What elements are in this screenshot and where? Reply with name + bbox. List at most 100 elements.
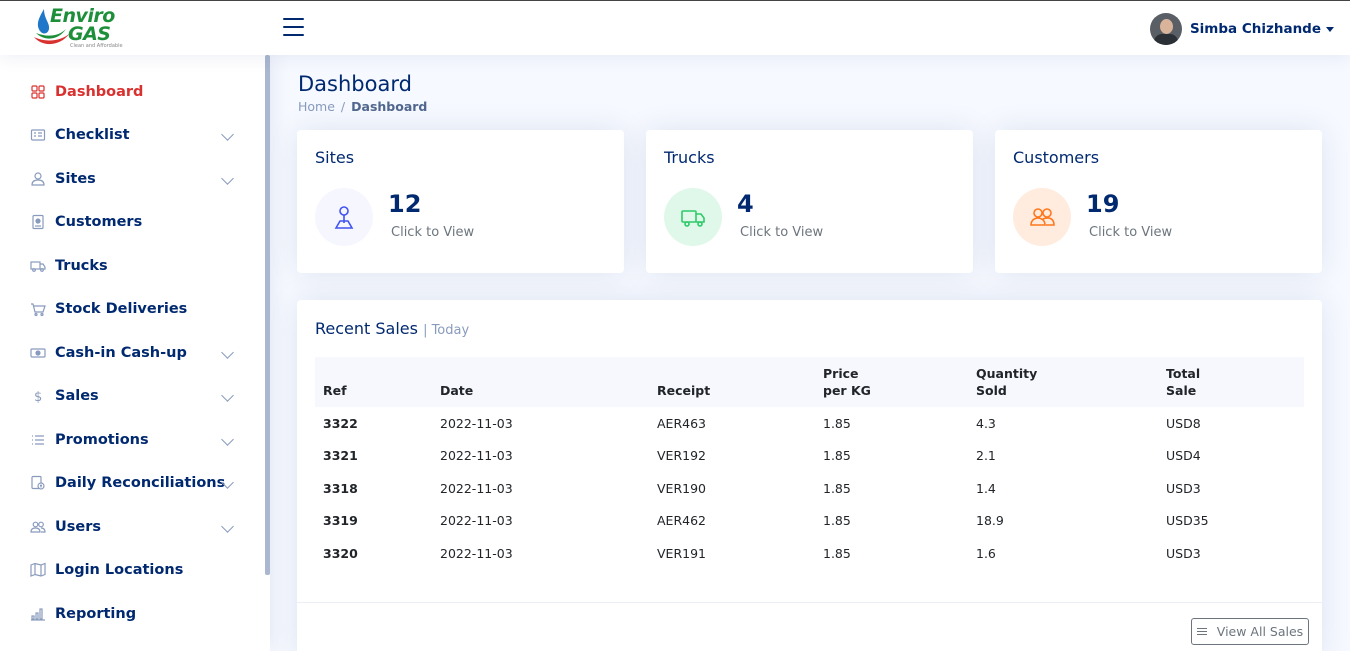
breadcrumb-current: Dashboard: [351, 99, 428, 114]
sale-ref-link[interactable]: 3318: [315, 472, 432, 505]
column-header-text: Date: [440, 383, 474, 398]
sale-ref-link[interactable]: 3319: [315, 505, 432, 538]
view-all-sales-button[interactable]: View All Sales: [1191, 618, 1309, 645]
truck-icon: [681, 210, 705, 227]
table-cell: USD4: [1166, 448, 1201, 464]
table-cell: 1.85: [823, 480, 851, 496]
sidebar-item-users[interactable]: Users: [20, 508, 250, 546]
table-cell: USD3: [1166, 545, 1201, 561]
recent-sales-heading: Recent Sales | Today: [315, 319, 469, 338]
customers-view-link[interactable]: Click to View: [1089, 225, 1172, 240]
trucks-view-link[interactable]: Click to View: [740, 225, 823, 240]
column-header-text: Price: [823, 366, 859, 381]
chevron-down-icon[interactable]: [221, 172, 234, 185]
customers-card-icon: [1013, 188, 1071, 246]
trucks-card: Trucks 4 Click to View: [646, 130, 973, 273]
table-cell: AER462: [657, 513, 706, 529]
table-row: 3322 2022-11-03 AER463 1.85 4.3 USD8: [315, 407, 1304, 440]
avatar: [1149, 13, 1182, 45]
column-header-text: Total: [1166, 366, 1201, 381]
table-cell: 1.85: [823, 448, 851, 464]
sidebar-item-label: Cash-in Cash-up: [55, 345, 187, 361]
people-icon: [1030, 208, 1055, 226]
column-header: Receipt: [649, 357, 815, 407]
envirogas-logo[interactable]: Enviro GAS Clean and Affordable: [32, 5, 132, 53]
people-icon: [30, 519, 46, 535]
caret-down-icon: [1326, 26, 1334, 32]
toggle-sidebar-button[interactable]: [283, 18, 304, 38]
sidebar-item-label: Dashboard: [55, 84, 144, 100]
table-cell: 2022-11-03: [440, 448, 513, 464]
chevron-down-icon[interactable]: [221, 389, 234, 402]
column-header: Price per KG: [815, 357, 968, 407]
sidebar-item-label: Stock Deliveries: [55, 301, 188, 317]
sidebar-item-login-locations[interactable]: Login Locations: [20, 551, 250, 589]
breadcrumb: Home / Dashboard: [298, 99, 427, 114]
chevron-down-icon[interactable]: [221, 128, 234, 141]
column-header: Date: [432, 357, 649, 407]
sidebar-item-label: Login Locations: [55, 562, 184, 578]
page-title: Dashboard: [298, 72, 412, 96]
menu-line: [283, 18, 304, 20]
profile-name: Simba Chizhande: [1189, 21, 1321, 37]
sites-card: Sites 12 Click to View: [297, 130, 624, 273]
sidebar-scrollbar[interactable]: [265, 55, 270, 575]
sidebar-item-label: Customers: [55, 214, 143, 230]
table-cell: 1.6: [976, 545, 996, 561]
recent-sales-table: Ref Date Receipt Price per KG Quantity Sold Tot…: [315, 357, 1304, 570]
sidebar-item-trucks[interactable]: Trucks: [20, 247, 250, 285]
table-cell: 1.4: [976, 480, 996, 496]
column-header-text: Ref: [323, 383, 347, 398]
sidebar-item-label: Users: [55, 519, 102, 535]
sale-ref-link[interactable]: 3320: [315, 537, 432, 570]
table-row: 3321 2022-11-03 VER192 1.85 2.1 USD4: [315, 440, 1304, 473]
sidebar-item-cash-in-cash-up[interactable]: Cash-in Cash-up: [20, 334, 250, 372]
sidebar-item-sales[interactable]: $ Sales: [20, 377, 250, 415]
sale-ref-link[interactable]: 3322: [315, 407, 432, 440]
table-body: 3322 2022-11-03 AER463 1.85 4.3 USD8 3321 2022-…: [315, 407, 1304, 570]
chevron-down-icon[interactable]: [221, 346, 234, 359]
recent-sales-title: Recent Sales: [315, 319, 418, 338]
trucks-card-icon: [664, 188, 722, 246]
cash-icon: [30, 345, 46, 361]
sidebar-item-stock-deliveries[interactable]: Stock Deliveries: [20, 290, 250, 328]
chevron-down-icon[interactable]: [221, 520, 234, 533]
sidebar-item-reporting[interactable]: Reporting: [20, 595, 250, 633]
sidebar-item-label: Checklist: [55, 127, 130, 143]
column-header-text: Receipt: [657, 383, 711, 398]
table-row: 3319 2022-11-03 AER462 1.85 18.9 USD35: [315, 505, 1304, 538]
sale-ref-link[interactable]: 3321: [315, 440, 432, 473]
sidebar-item-checklist[interactable]: Checklist: [20, 116, 250, 154]
svg-text:$: $: [34, 390, 42, 404]
trucks-card-title: Trucks: [664, 148, 715, 167]
sidebar-item-promotions[interactable]: Promotions: [20, 421, 250, 459]
sites-view-link[interactable]: Click to View: [391, 225, 474, 240]
recent-sales-card: Recent Sales | Today Ref Date Receipt Price…: [297, 300, 1322, 651]
avatar-body: [1153, 34, 1178, 45]
view-all-sales-label: View All Sales: [1216, 624, 1304, 639]
list-icon: [1196, 626, 1207, 637]
truck-icon: [30, 258, 46, 274]
sidebar-item-label: Reporting: [55, 606, 137, 622]
map-icon: [30, 562, 46, 578]
table-cell: 1.85: [823, 513, 851, 529]
sidebar-item-dashboard[interactable]: Dashboard: [20, 73, 250, 111]
sidebar-item-daily-reconciliations[interactable]: Daily Reconciliations: [20, 464, 250, 502]
table-cell: USD35: [1166, 513, 1209, 529]
table-cell: VER190: [657, 480, 706, 496]
chevron-down-icon[interactable]: [221, 433, 234, 446]
column-header-text: Sold: [976, 383, 1007, 398]
profile-dropdown[interactable]: Simba Chizhande: [1149, 13, 1334, 45]
breadcrumb-home-link[interactable]: Home: [298, 99, 335, 114]
sidebar-item-customers[interactable]: Customers: [20, 203, 250, 241]
recent-sales-period: | Today: [423, 323, 470, 338]
table-cell: AER463: [657, 415, 706, 431]
trucks-count: 4: [737, 190, 754, 218]
column-header: Ref: [315, 357, 432, 407]
sidebar-item-sites[interactable]: Sites: [20, 160, 250, 198]
sites-card-icon: [315, 188, 373, 246]
sites-count: 12: [388, 190, 422, 218]
sidebar-item-label: Sites: [55, 171, 96, 187]
table-row: 3318 2022-11-03 VER190 1.85 1.4 USD3: [315, 472, 1304, 505]
logo-word-gas: GAS: [68, 23, 111, 45]
